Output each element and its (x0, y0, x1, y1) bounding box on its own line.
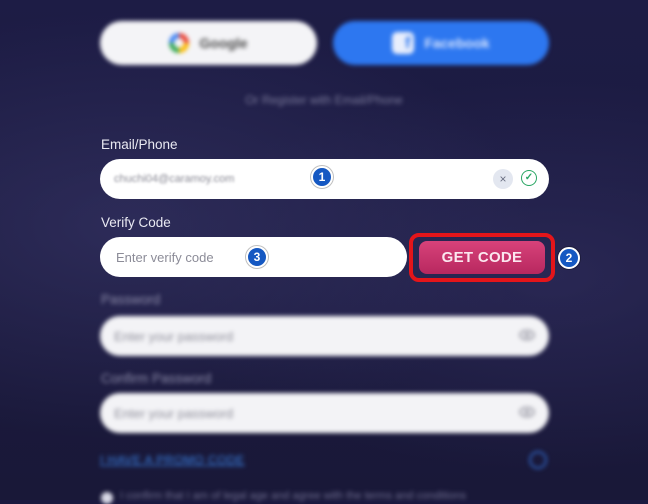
confirm-password-placeholder: Enter your password (114, 405, 234, 421)
password-label: Password (101, 292, 161, 307)
confirm-password-label: Confirm Password (101, 371, 212, 386)
clear-icon[interactable]: × (493, 169, 513, 189)
verify-code-label: Verify Code (101, 215, 171, 230)
facebook-login-label: Facebook (424, 35, 490, 51)
email-label: Email/Phone (101, 137, 178, 152)
chevron-down-icon[interactable] (529, 451, 547, 469)
google-login-button[interactable]: Google (100, 21, 317, 65)
promo-code-link[interactable]: I HAVE A PROMO CODE (100, 453, 245, 467)
facebook-icon: f (392, 32, 415, 54)
step-marker-1: 1 (311, 166, 333, 188)
email-value: chuchi04@caramoy.com (114, 173, 235, 185)
get-code-button[interactable]: GET CODE (419, 241, 545, 274)
register-divider-text: Or Register with Email/Phone (245, 93, 403, 107)
password-placeholder: Enter your password (114, 328, 234, 344)
step-marker-2: 2 (558, 247, 580, 269)
terms-checkbox[interactable] (101, 492, 113, 504)
facebook-login-button[interactable]: f Facebook (333, 21, 549, 65)
password-field[interactable]: Enter your password (100, 316, 549, 356)
step-marker-3: 3 (246, 246, 268, 268)
eye-icon[interactable] (519, 329, 535, 341)
confirm-password-field[interactable]: Enter your password (100, 393, 549, 433)
check-icon: ✓ (521, 170, 537, 186)
eye-icon[interactable] (519, 406, 535, 418)
terms-text: I confirm that I am of legal age and agr… (120, 490, 467, 502)
google-login-label: Google (199, 35, 248, 51)
get-code-highlight: GET CODE (409, 233, 555, 282)
google-icon (169, 33, 190, 53)
